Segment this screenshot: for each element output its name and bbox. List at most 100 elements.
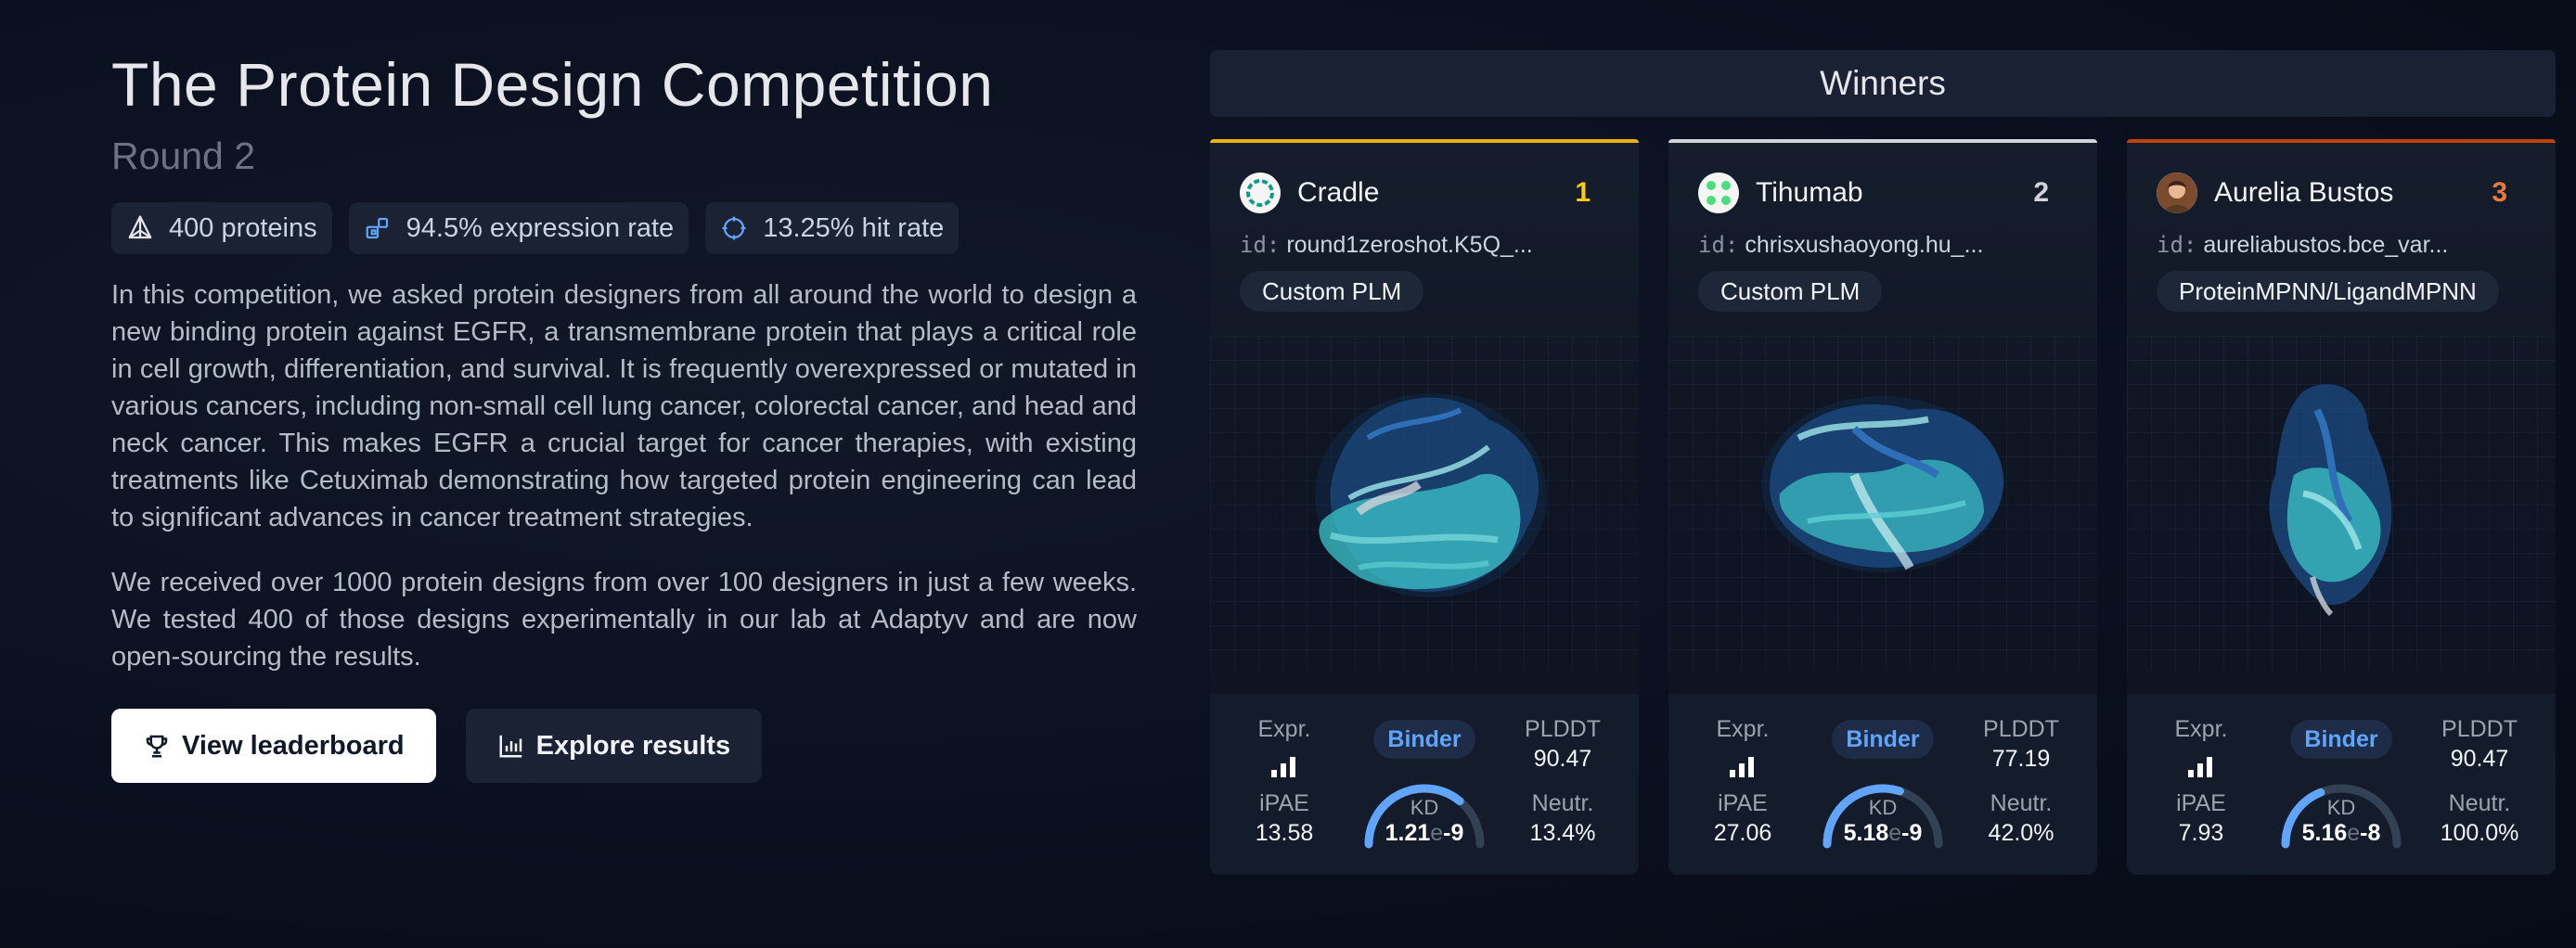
kd-value: 5.16e-8 [2276, 820, 2406, 847]
explore-results-button[interactable]: Explore results [465, 709, 763, 783]
kd-mantissa: 5.18 [1843, 820, 1889, 846]
winner-name: Tihumab [1756, 177, 1863, 208]
tihumab-logo-icon [1698, 173, 1739, 213]
expression-bars-icon [2188, 757, 2212, 777]
protein-structure-viewer[interactable] [1668, 336, 2097, 670]
kd-e: e [1888, 820, 1902, 846]
rank-accent-bar [1210, 139, 1639, 143]
expr-label: Expr. [2174, 716, 2228, 742]
stat-proteins-label: 400 proteins [169, 212, 317, 243]
kd-e: e [2347, 820, 2361, 846]
neutr-value: 42.0% [1988, 820, 2054, 846]
plddt-label: PLDDT [2441, 716, 2518, 742]
expr-label: Expr. [1257, 716, 1311, 742]
cradle-logo-icon [1240, 173, 1281, 213]
avatar [1240, 173, 1281, 213]
neutr-label: Neutr. [2448, 790, 2511, 816]
design-id: id: chrisxushaoyong.hu_... [1698, 232, 1983, 259]
model-badge: Custom PLM [1698, 271, 1883, 312]
neutr-label: Neutr. [1531, 790, 1594, 816]
id-prefix: id: [1698, 232, 1739, 258]
card-header: Tihumab 2 [1698, 173, 2067, 213]
design-id-value: aureliabustos.bce_var... [2203, 232, 2449, 258]
rank-number: 1 [1575, 177, 1591, 208]
binder-badge: Binder [1832, 720, 1934, 759]
hero-section: The Protein Design Competition Round 2 4… [111, 46, 1137, 783]
target-icon [722, 216, 746, 240]
stat-proteins: 400 proteins [111, 202, 332, 254]
view-leaderboard-button[interactable]: View leaderboard [111, 709, 436, 783]
rank-accent-bar [1668, 139, 2097, 143]
kd-e: e [1430, 820, 1444, 846]
expr-label: Expr. [1716, 716, 1770, 742]
winner-name: Aurelia Bustos [2214, 177, 2394, 208]
ipae-label: iPAE [1259, 790, 1309, 816]
kd-label: KD [2326, 796, 2356, 819]
model-badge: Custom PLM [1240, 271, 1424, 312]
neutr-value: 100.0% [2440, 820, 2519, 846]
kd-exponent: -8 [2360, 820, 2381, 846]
design-id: id: aureliabustos.bce_var... [2157, 232, 2448, 259]
expression-bars-icon [1271, 757, 1295, 777]
kd-label: KD [1410, 796, 1439, 819]
design-id-value: chrisxushaoyong.hu_... [1745, 232, 1984, 258]
metrics-panel: Expr. Binder PLDDT 77.19 iPAE 27.06 KD 5… [1668, 694, 2097, 875]
stat-hit-rate: 13.25% hit rate [705, 202, 960, 254]
protein-structure-image [1761, 396, 2004, 572]
avatar [1698, 173, 1739, 213]
ipae-value: 7.93 [2178, 820, 2224, 846]
kd-label: KD [1868, 796, 1898, 819]
protein-structure-image [1315, 393, 1547, 597]
view-leaderboard-label: View leaderboard [182, 730, 405, 761]
kd-exponent: -9 [1443, 820, 1464, 846]
design-id: id: round1zeroshot.K5Q_... [1240, 232, 1533, 259]
intro-paragraph: In this competition, we asked protein de… [111, 280, 1137, 532]
winner-card-3[interactable]: Aurelia Bustos 3 id: aureliabustos.bce_v… [2127, 139, 2556, 875]
ipae-label: iPAE [2176, 790, 2226, 816]
binder-badge: Binder [2290, 720, 2392, 759]
winners-heading: Winners [1210, 50, 2556, 117]
binder-badge: Binder [1373, 720, 1475, 759]
results-paragraph: We received over 1000 protein designs fr… [111, 568, 1137, 672]
winner-card-2[interactable]: Tihumab 2 id: chrisxushaoyong.hu_... Cus… [1668, 139, 2097, 875]
stats-row: 400 proteins 94.5% expression rate 13.25… [111, 202, 1137, 254]
rank-accent-bar [2127, 139, 2556, 143]
expression-bars-icon [1730, 757, 1754, 777]
kd-value: 1.21e-9 [1359, 820, 1489, 847]
protein-structure-viewer[interactable] [1210, 336, 1639, 670]
card-header: Cradle 1 [1240, 173, 1609, 213]
kd-value: 5.18e-9 [1818, 820, 1948, 847]
ipae-value: 13.58 [1255, 820, 1314, 846]
ipae-label: iPAE [1718, 790, 1768, 816]
metrics-panel: Expr. Binder PLDDT 90.47 iPAE 13.58 KD 1… [1210, 694, 1639, 875]
user-photo-icon [2157, 173, 2197, 213]
avatar [2157, 173, 2197, 213]
protein-structure-viewer[interactable] [2127, 336, 2556, 670]
metrics-panel: Expr. Binder PLDDT 90.47 iPAE 7.93 KD 5.… [2127, 694, 2556, 875]
id-prefix: id: [1240, 232, 1281, 258]
plddt-value: 90.47 [2450, 746, 2509, 772]
neutr-value: 13.4% [1529, 820, 1596, 846]
rank-number: 3 [2492, 177, 2507, 208]
winner-card-1[interactable]: Cradle 1 id: round1zeroshot.K5Q_... Cust… [1210, 139, 1639, 875]
cta-buttons: View leaderboard Explore results [111, 709, 1137, 783]
explore-results-label: Explore results [535, 730, 731, 761]
id-prefix: id: [2157, 232, 2197, 258]
stat-expression-label: 94.5% expression rate [406, 212, 675, 243]
cube-outline-icon [128, 215, 152, 239]
protein-structure-image [2269, 384, 2392, 617]
design-id-value: round1zeroshot.K5Q_... [1286, 232, 1533, 258]
ipae-value: 27.06 [1713, 820, 1772, 846]
kd-exponent: -9 [1901, 820, 1923, 846]
stat-hit-rate-label: 13.25% hit rate [763, 212, 945, 243]
grid-blocks-icon [366, 217, 388, 239]
rank-number: 2 [2033, 177, 2049, 208]
winner-name: Cradle [1297, 177, 1380, 208]
bar-chart-icon [499, 735, 522, 758]
kd-mantissa: 5.16 [2301, 820, 2348, 846]
model-badge: ProteinMPNN/LigandMPNN [2157, 271, 2499, 312]
plddt-value: 90.47 [1533, 746, 1592, 772]
trophy-icon [146, 735, 168, 758]
plddt-label: PLDDT [1983, 716, 2059, 742]
page-title: The Protein Design Competition [111, 50, 994, 119]
